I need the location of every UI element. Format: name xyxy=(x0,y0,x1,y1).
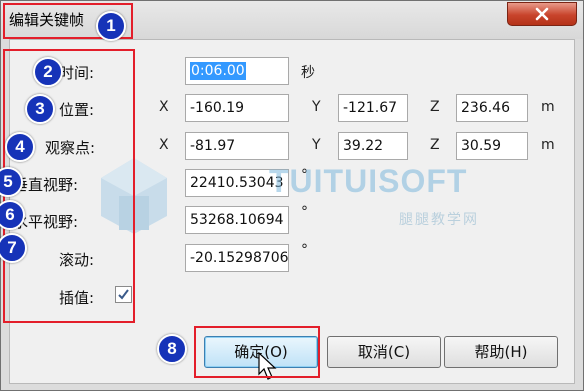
viewpoint-z-label: Z xyxy=(430,137,440,153)
title-bar[interactable]: 编辑关键帧 xyxy=(1,1,583,39)
dialog-title: 编辑关键帧 xyxy=(9,11,85,29)
horizontal-fov-input[interactable]: 53268.10694 xyxy=(185,206,289,234)
close-icon xyxy=(535,7,549,21)
horizontal-fov-value: 53268.10694 xyxy=(190,212,284,228)
viewpoint-x-input[interactable]: -81.97 xyxy=(185,132,289,160)
horizontal-fov-unit: ° xyxy=(301,204,308,220)
position-z-value: 236.46 xyxy=(461,100,510,116)
edit-keyframe-dialog: 编辑关键帧 时间: 0:06.00 秒 位置: X -160.19 Y -121… xyxy=(0,0,584,391)
interpolate-checkbox[interactable] xyxy=(115,286,132,303)
annotation-badge-4: 4 xyxy=(5,132,35,162)
time-label: 时间: xyxy=(59,64,95,82)
cancel-button[interactable]: 取消(C) xyxy=(327,336,441,368)
viewpoint-x-label: X xyxy=(159,137,169,153)
vertical-fov-value: 22410.53043 xyxy=(190,175,284,191)
position-y-input[interactable]: -121.67 xyxy=(338,94,408,122)
position-x-label: X xyxy=(159,99,169,115)
time-unit: 秒 xyxy=(301,65,315,81)
annotation-badge-8: 8 xyxy=(157,334,187,364)
viewpoint-label: 观察点: xyxy=(45,139,96,157)
viewpoint-y-label: Y xyxy=(312,137,321,153)
position-y-label: Y xyxy=(312,99,321,115)
annotation-badge-1: 1 xyxy=(96,11,126,41)
viewpoint-x-value: -81.97 xyxy=(190,138,236,154)
viewpoint-z-value: 30.59 xyxy=(461,138,502,154)
help-button[interactable]: 帮助(H) xyxy=(444,336,558,368)
vertical-fov-input[interactable]: 22410.53043 xyxy=(185,169,289,197)
roll-input[interactable]: -20.15298706 xyxy=(185,244,289,272)
position-z-label: Z xyxy=(430,99,440,115)
annotation-badge-2: 2 xyxy=(33,57,63,87)
viewpoint-z-input[interactable]: 30.59 xyxy=(456,132,528,160)
close-button[interactable] xyxy=(507,2,577,26)
position-x-value: -160.19 xyxy=(190,100,245,116)
position-z-input[interactable]: 236.46 xyxy=(456,94,528,122)
roll-label: 滚动: xyxy=(59,251,95,269)
viewpoint-unit: m xyxy=(541,137,555,153)
roll-unit: ° xyxy=(301,242,308,258)
annotation-badge-3: 3 xyxy=(25,94,55,124)
roll-value: -20.15298706 xyxy=(190,250,289,266)
dialog-client-area xyxy=(9,39,575,384)
viewpoint-y-input[interactable]: 39.22 xyxy=(338,132,408,160)
position-y-value: -121.67 xyxy=(343,100,398,116)
interpolate-label: 插值: xyxy=(59,289,95,307)
position-label: 位置: xyxy=(59,101,95,119)
time-input[interactable]: 0:06.00 xyxy=(185,57,289,85)
check-icon xyxy=(118,289,129,300)
viewpoint-y-value: 39.22 xyxy=(343,138,384,154)
time-value: 0:06.00 xyxy=(190,62,246,80)
mouse-cursor-icon xyxy=(258,352,277,380)
position-x-input[interactable]: -160.19 xyxy=(185,94,289,122)
vertical-fov-unit: ° xyxy=(301,167,308,183)
position-unit: m xyxy=(541,99,555,115)
